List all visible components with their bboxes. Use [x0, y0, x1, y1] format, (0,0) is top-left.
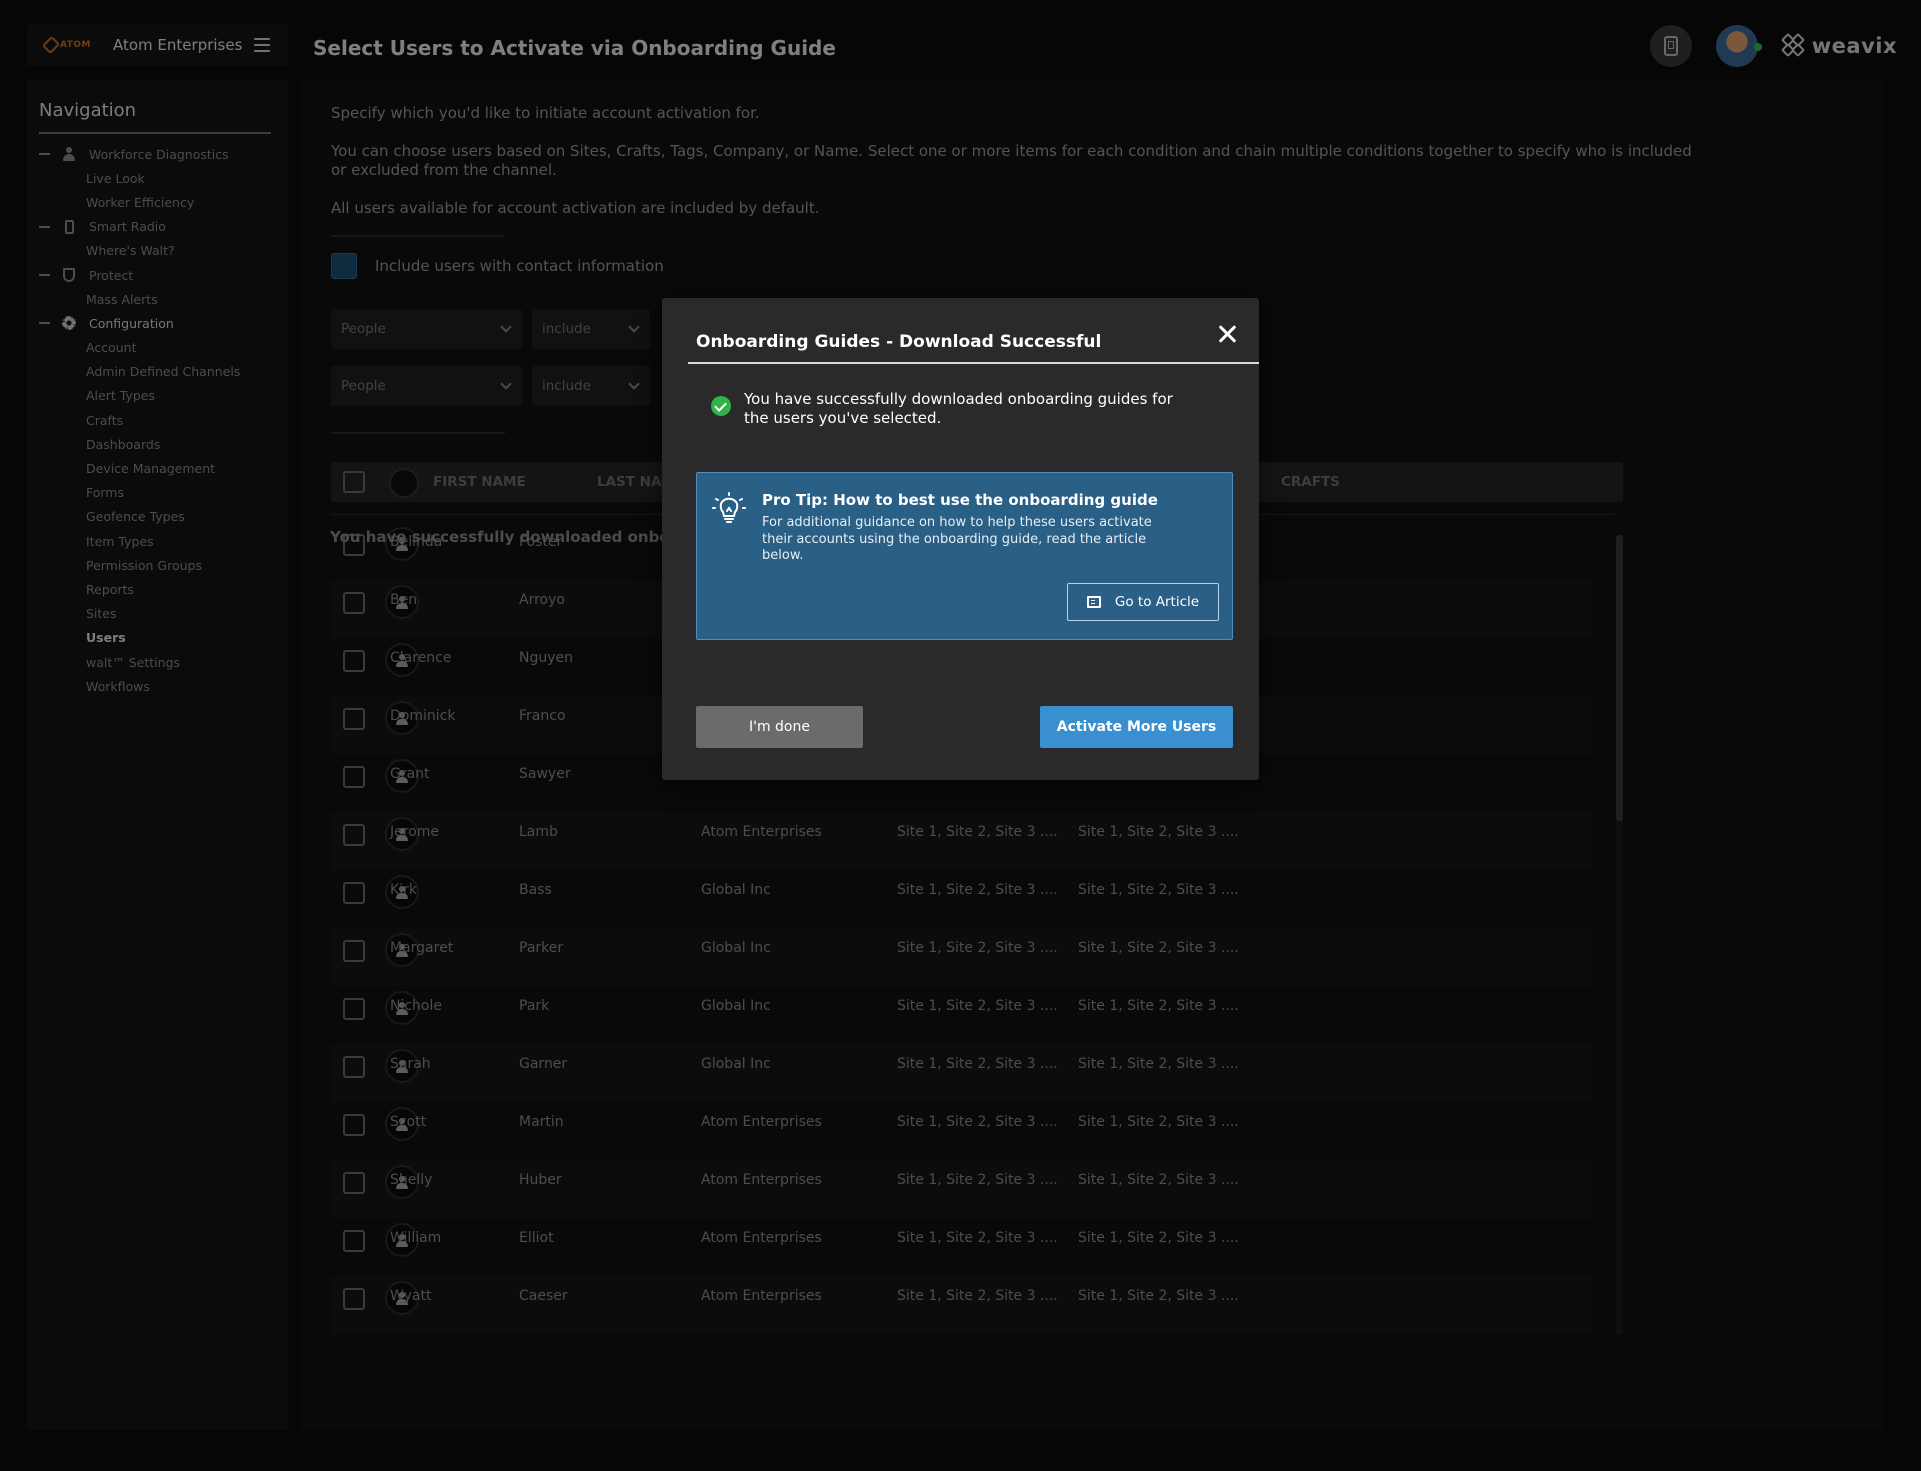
download-success-modal: Onboarding Guides - Download Successful … — [662, 298, 1259, 780]
modal-divider — [688, 362, 1259, 364]
success-message: You have successfully downloaded onboard… — [744, 390, 1173, 427]
article-icon — [1086, 596, 1101, 608]
pro-tip-body: For additional guidance on how to help t… — [762, 515, 1152, 563]
modal-title: Onboarding Guides - Download Successful — [696, 332, 1102, 352]
lightbulb-icon — [712, 492, 746, 523]
im-done-button[interactable]: I'm done — [696, 706, 863, 748]
check-circle-icon — [711, 396, 731, 416]
pro-tip-panel: Pro Tip: How to best use the onboarding … — [696, 472, 1233, 640]
go-to-article-button[interactable]: Go to Article — [1067, 583, 1219, 621]
pro-tip-title: Pro Tip: How to best use the onboarding … — [762, 491, 1158, 509]
close-icon[interactable] — [1213, 320, 1241, 348]
activate-more-users-button[interactable]: Activate More Users — [1040, 706, 1233, 748]
